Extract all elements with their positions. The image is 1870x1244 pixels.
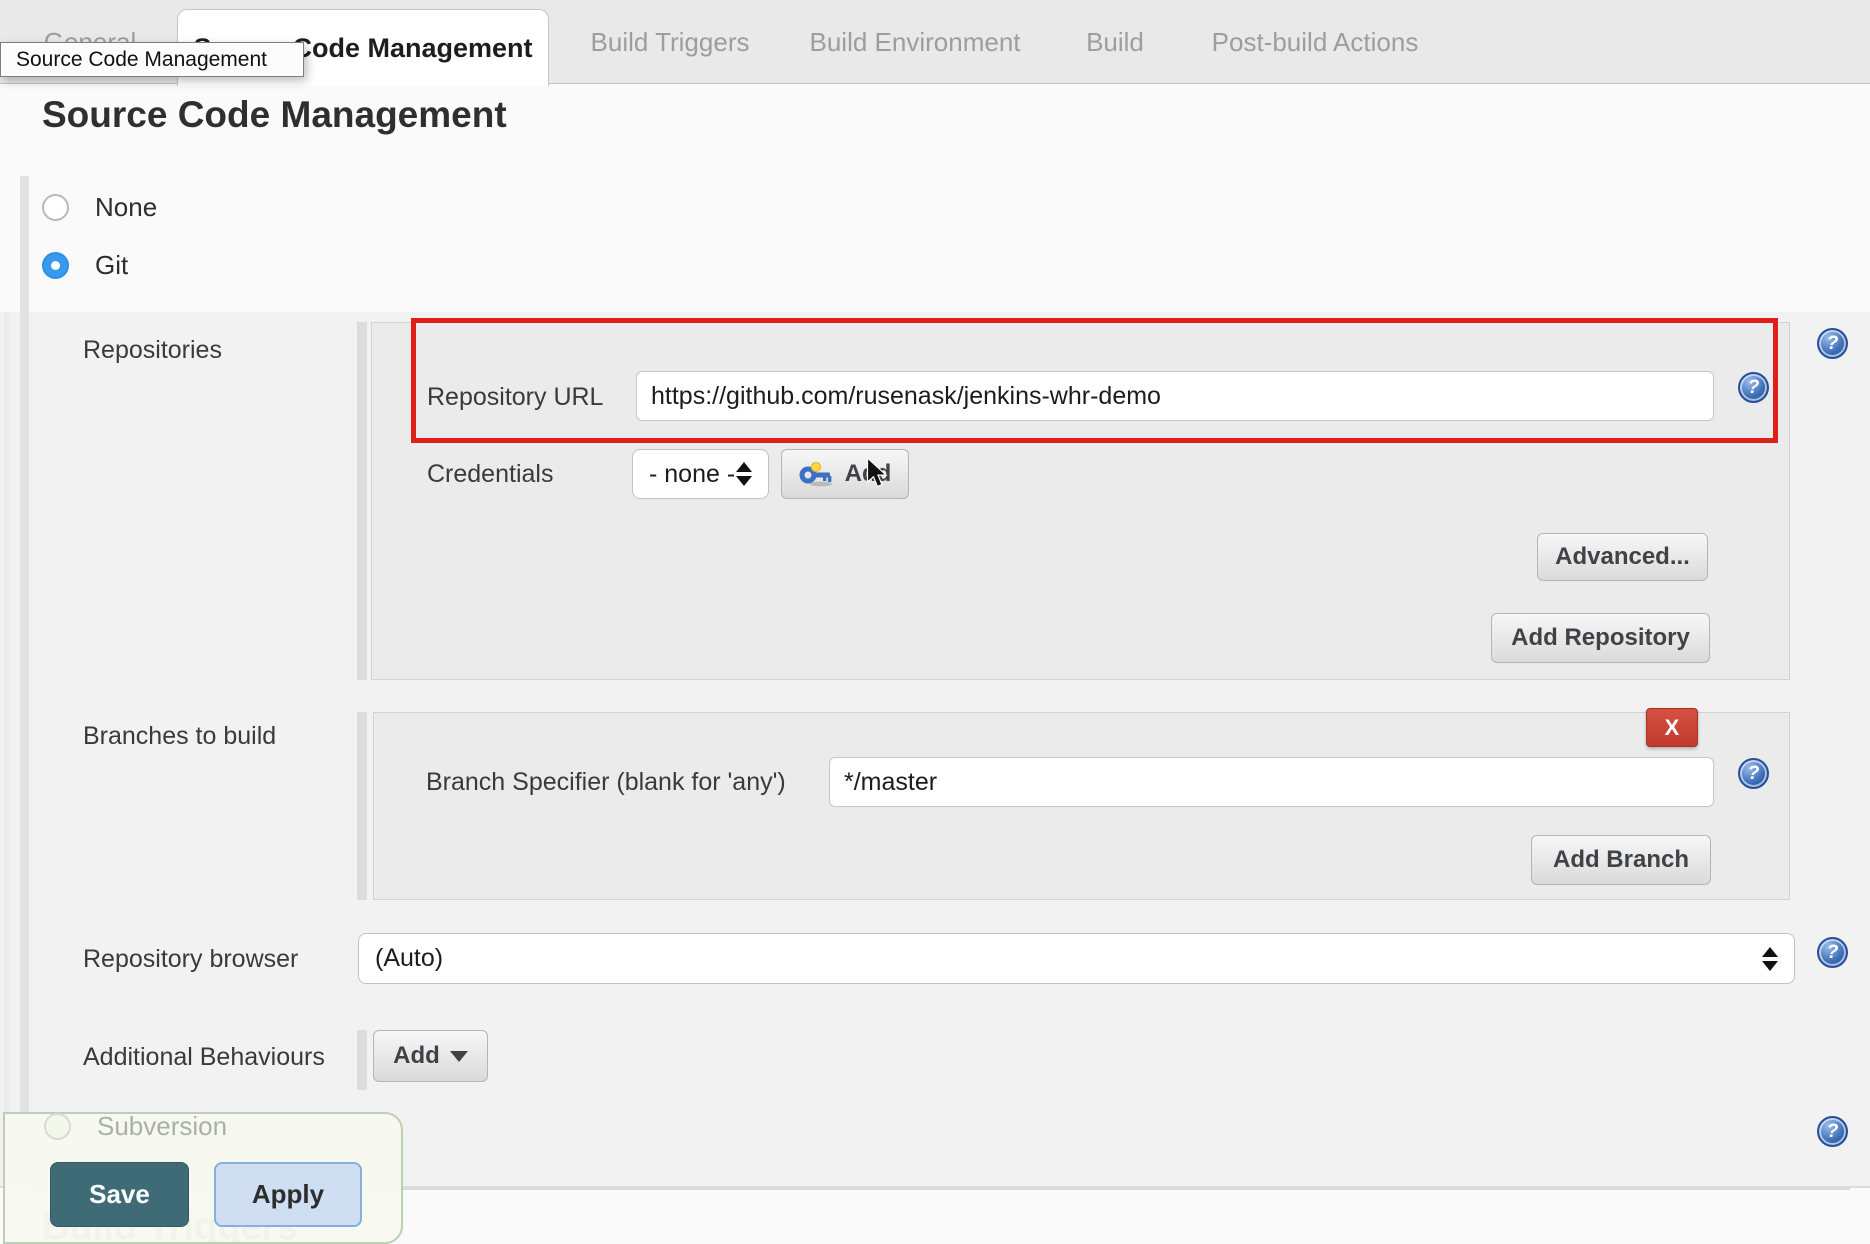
advanced-button[interactable]: Advanced...: [1537, 533, 1708, 581]
tab-tooltip: Source Code Management: [0, 42, 304, 77]
save-button[interactable]: Save: [50, 1162, 189, 1227]
repository-browser-select[interactable]: (Auto): [358, 933, 1795, 984]
scm-option-subversion[interactable]: Subversion: [44, 1111, 227, 1142]
key-icon: [799, 461, 835, 487]
help-icon-repository-browser[interactable]: ?: [1817, 937, 1848, 968]
save-apply-floating-panel: Subversion Save Apply: [3, 1112, 403, 1244]
repository-url-label: Repository URL: [427, 383, 603, 412]
question-mark-glyph: ?: [1827, 1121, 1839, 1143]
add-repository-button[interactable]: Add Repository: [1491, 613, 1710, 663]
add-credentials-button[interactable]: Add: [781, 449, 909, 499]
repository-url-input[interactable]: [636, 371, 1714, 421]
repository-browser-selected-value: (Auto): [375, 944, 1762, 973]
question-mark-glyph: ?: [1748, 763, 1760, 785]
question-mark-glyph: ?: [1748, 377, 1760, 399]
radio-git-label: Git: [95, 250, 128, 281]
save-button-label: Save: [89, 1179, 150, 1210]
section-indent-bar: [20, 176, 29, 1150]
radio-none-label: None: [95, 192, 157, 223]
apply-button-label: Apply: [252, 1179, 324, 1210]
radio-git-icon[interactable]: [42, 252, 69, 279]
apply-button[interactable]: Apply: [214, 1162, 362, 1227]
help-icon-repository-url[interactable]: ?: [1738, 372, 1769, 403]
drag-handle-branches[interactable]: [357, 712, 367, 900]
branch-specifier-label: Branch Specifier (blank for 'any'): [426, 768, 786, 797]
add-credentials-label: Add: [845, 460, 892, 488]
repositories-label: Repositories: [83, 336, 222, 365]
help-icon-repositories[interactable]: ?: [1817, 328, 1848, 359]
section-indent-bar-outer: [4, 312, 9, 1150]
add-behaviour-button[interactable]: Add: [373, 1030, 488, 1082]
advanced-button-label: Advanced...: [1555, 543, 1690, 571]
add-repository-button-label: Add Repository: [1511, 624, 1690, 652]
scm-option-git[interactable]: Git: [42, 250, 128, 281]
branches-to-build-label: Branches to build: [83, 722, 276, 751]
add-branch-button[interactable]: Add Branch: [1531, 835, 1711, 885]
help-icon-branch-specifier[interactable]: ?: [1738, 758, 1769, 789]
help-icon-subversion[interactable]: ?: [1817, 1116, 1848, 1147]
credentials-select[interactable]: - none -: [632, 449, 769, 499]
add-branch-button-label: Add Branch: [1553, 846, 1689, 874]
credentials-selected-value: - none -: [649, 460, 736, 489]
additional-behaviours-label: Additional Behaviours: [83, 1043, 325, 1072]
tab-build-environment[interactable]: Build Environment: [790, 0, 1040, 84]
select-spinner-icon: [1762, 947, 1778, 971]
branch-specifier-input[interactable]: [829, 757, 1714, 807]
question-mark-glyph: ?: [1827, 333, 1839, 355]
question-mark-glyph: ?: [1827, 942, 1839, 964]
scm-option-none[interactable]: None: [42, 192, 157, 223]
caret-down-icon: [450, 1051, 468, 1062]
tab-post-build-actions[interactable]: Post-build Actions: [1190, 0, 1440, 84]
delete-branch-label: X: [1665, 715, 1680, 741]
radio-subversion-icon[interactable]: [44, 1113, 71, 1140]
repository-browser-label: Repository browser: [83, 945, 298, 974]
select-spinner-icon: [736, 462, 752, 486]
radio-none-icon[interactable]: [42, 194, 69, 221]
page-title: Source Code Management: [42, 94, 507, 136]
radio-subversion-label: Subversion: [97, 1111, 227, 1142]
drag-handle-behaviours[interactable]: [357, 1030, 367, 1090]
add-behaviour-button-label: Add: [393, 1042, 440, 1070]
tab-build-triggers[interactable]: Build Triggers: [560, 0, 780, 84]
credentials-label: Credentials: [427, 460, 553, 489]
drag-handle-repositories[interactable]: [357, 322, 367, 680]
tab-build[interactable]: Build: [1040, 0, 1190, 84]
delete-branch-button[interactable]: X: [1646, 708, 1698, 747]
